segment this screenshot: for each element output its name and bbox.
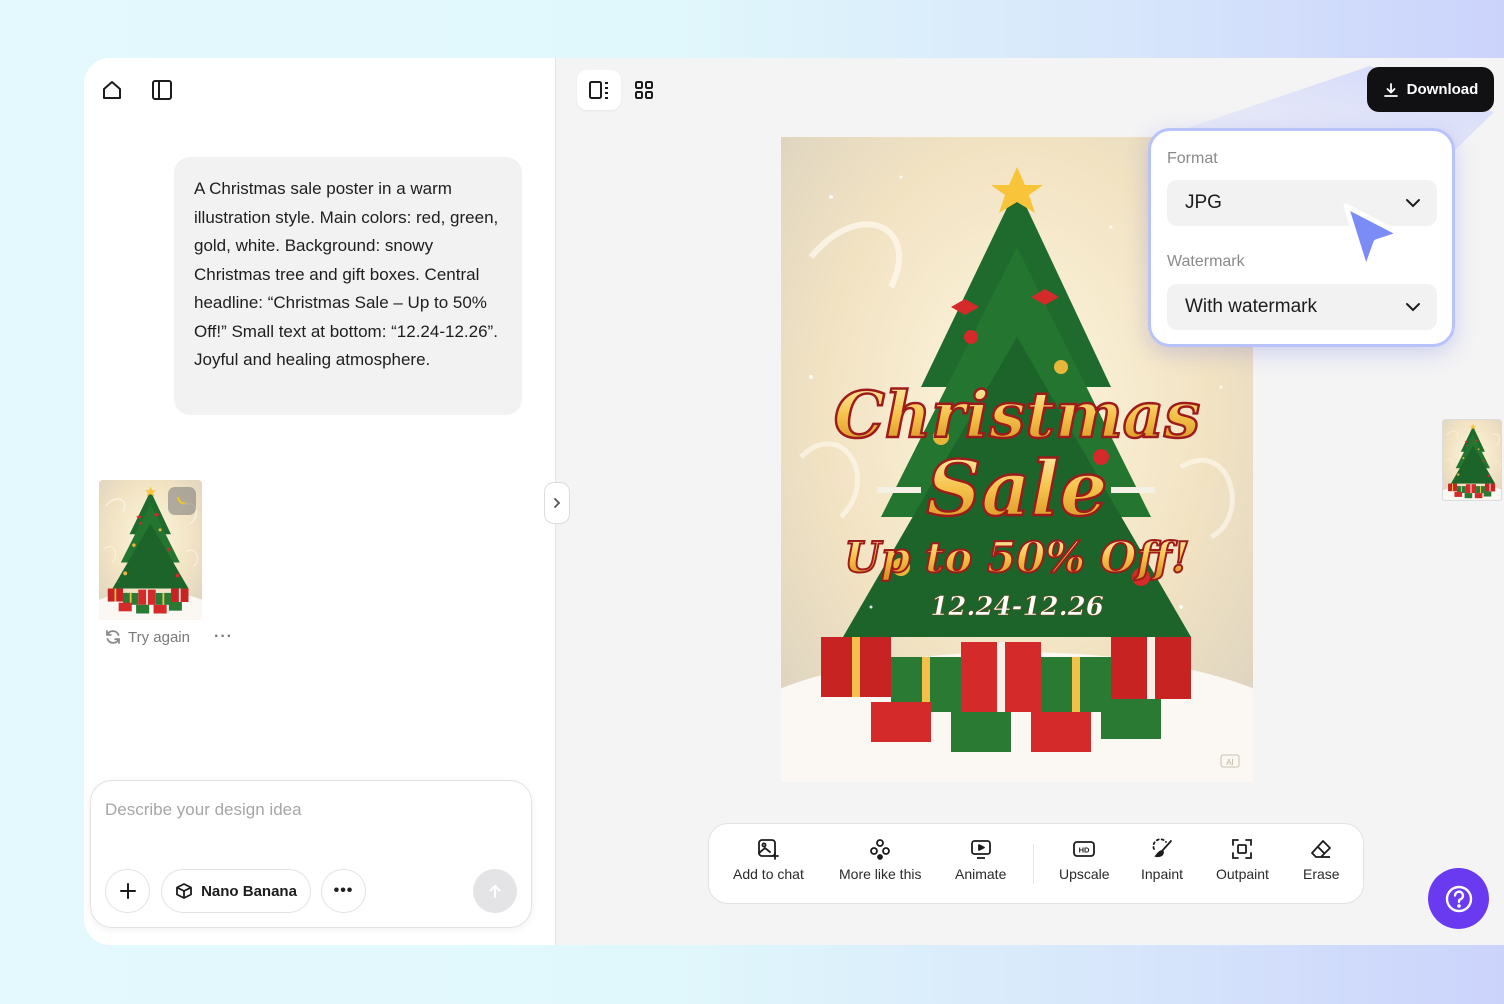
chat-panel: A Christmas sale poster in a warm illust… — [84, 58, 556, 945]
upscale-button[interactable]: HD Upscale — [1059, 838, 1110, 882]
model-selector-button[interactable]: Nano Banana — [161, 869, 311, 913]
banana-icon — [177, 497, 187, 505]
watermark-value: With watermark — [1185, 296, 1317, 317]
outpaint-button[interactable]: Outpaint — [1216, 838, 1269, 882]
image-add-icon — [758, 839, 780, 860]
download-options-panel: Format JPG Watermark With watermark — [1148, 128, 1455, 347]
prompt-composer: Nano Banana ••• — [90, 780, 532, 928]
generated-image-thumbnail[interactable] — [99, 480, 202, 620]
help-button[interactable] — [1428, 868, 1489, 929]
send-button[interactable] — [473, 869, 517, 913]
format-value: JPG — [1185, 192, 1222, 213]
try-again-button[interactable]: Try again — [104, 628, 190, 646]
home-button[interactable] — [94, 72, 130, 108]
download-button[interactable]: Download — [1367, 67, 1494, 112]
erase-label: Erase — [1303, 866, 1340, 882]
chevron-down-icon — [1406, 199, 1420, 208]
question-mark-icon — [1445, 885, 1472, 912]
poster-headline-sale: Sale — [926, 444, 1107, 533]
sidebar-icon — [152, 80, 172, 100]
play-frame-icon — [970, 840, 991, 859]
brush-icon — [1152, 838, 1172, 858]
watermark-select[interactable]: With watermark — [1167, 284, 1437, 330]
arrow-up-icon — [489, 884, 501, 898]
toolbar-divider — [1033, 844, 1034, 884]
expand-icon — [1232, 839, 1253, 859]
side-thumbnail[interactable] — [1442, 419, 1502, 501]
add-to-chat-label: Add to chat — [733, 866, 804, 882]
grid-view-toggle[interactable] — [624, 70, 664, 110]
eraser-icon — [1311, 840, 1332, 858]
animate-label: Animate — [955, 866, 1007, 882]
download-icon — [1383, 82, 1398, 97]
plus-icon — [119, 883, 136, 899]
design-idea-input[interactable] — [105, 795, 505, 825]
composer-more-button[interactable]: ••• — [321, 869, 366, 913]
try-again-label: Try again — [128, 628, 190, 646]
variations-icon — [870, 839, 891, 860]
add-attachment-button[interactable] — [105, 869, 150, 913]
poster-discount-text: Up to 50% Off! — [844, 533, 1189, 582]
erase-button[interactable]: Erase — [1303, 838, 1340, 882]
ellipsis-icon: ••• — [333, 882, 354, 899]
grid-view-icon — [635, 81, 653, 99]
poster-date-text: 12.24-12.26 — [930, 592, 1104, 622]
toggle-sidebar-button[interactable] — [144, 72, 180, 108]
single-view-icon — [589, 81, 608, 99]
more-like-this-label: More like this — [839, 866, 922, 882]
more-options-button[interactable]: ··· — [214, 628, 233, 646]
chevron-down-icon — [1406, 303, 1420, 312]
single-view-toggle[interactable] — [577, 70, 621, 110]
cube-icon — [176, 883, 192, 899]
collapse-panel-handle[interactable] — [544, 482, 570, 524]
animate-button[interactable]: Animate — [955, 838, 1006, 882]
side-thumbnail-image — [1443, 420, 1501, 500]
svg-text:HD: HD — [1079, 846, 1090, 855]
inpaint-label: Inpaint — [1141, 866, 1184, 882]
format-label: Format — [1167, 150, 1218, 167]
pointer-cursor-icon — [1343, 203, 1403, 273]
ai-watermark: AI — [1226, 758, 1234, 767]
inpaint-button[interactable]: Inpaint — [1141, 838, 1183, 882]
watermark-label: Watermark — [1167, 253, 1245, 270]
outpaint-label: Outpaint — [1216, 866, 1269, 882]
add-to-chat-button[interactable]: Add to chat — [733, 838, 804, 882]
model-label: Nano Banana — [201, 882, 297, 900]
chevron-right-icon — [554, 498, 561, 508]
image-tools-toolbar: Add to chat More like this Animate HD Up… — [708, 823, 1364, 904]
refresh-icon — [106, 630, 120, 644]
hd-icon: HD — [1073, 841, 1096, 857]
more-like-this-button[interactable]: More like this — [839, 838, 921, 882]
user-prompt-bubble: A Christmas sale poster in a warm illust… — [174, 157, 522, 415]
poster-headline-christmas: Christmas — [834, 378, 1200, 453]
banana-badge — [168, 487, 196, 515]
upscale-label: Upscale — [1059, 866, 1110, 882]
download-label: Download — [1406, 81, 1479, 98]
home-icon — [103, 81, 121, 99]
